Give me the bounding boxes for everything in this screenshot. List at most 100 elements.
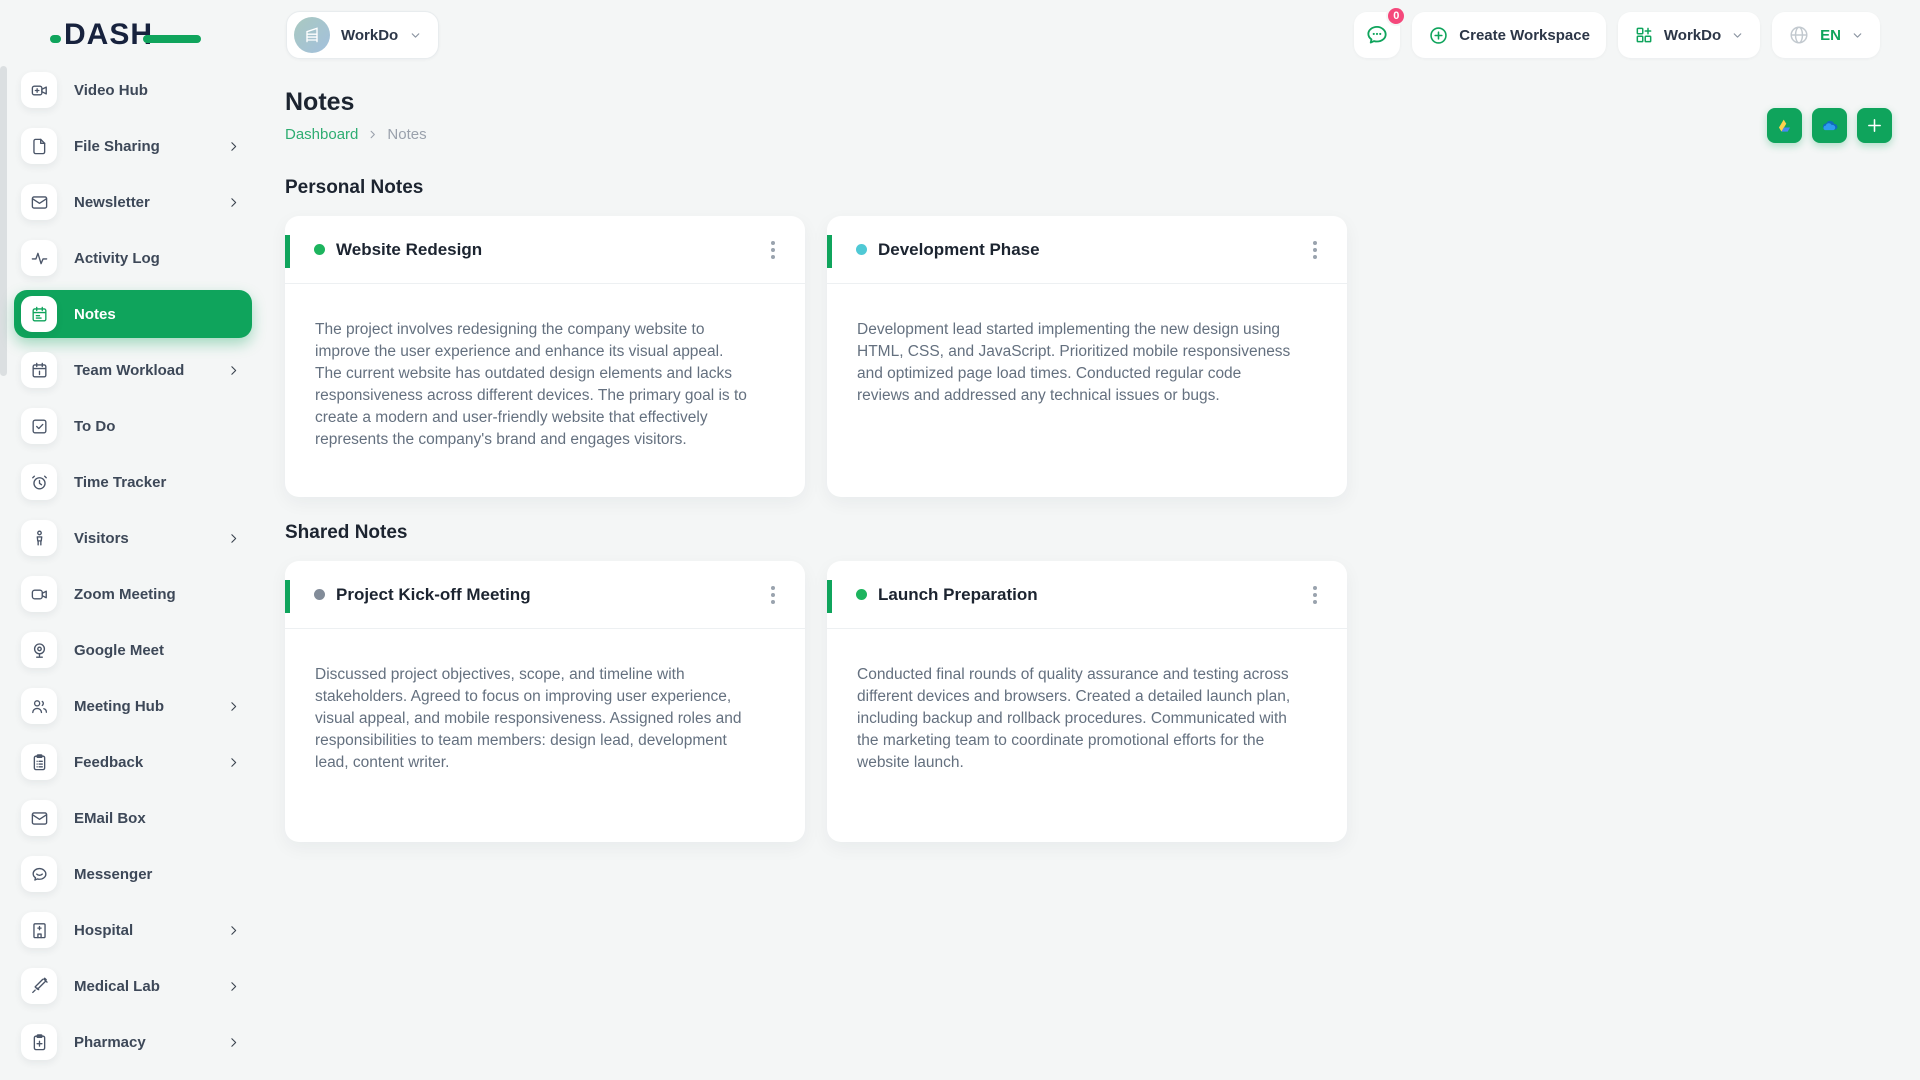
logo-text: DASH <box>64 18 153 51</box>
sidebar-item-notes[interactable]: Notes <box>14 290 252 338</box>
messages-button[interactable]: 0 <box>1354 12 1400 58</box>
chevron-right-icon <box>227 364 240 377</box>
calendar-icon <box>21 352 57 388</box>
note-card-development-phase: Development Phase Development lead start… <box>827 216 1347 497</box>
note-body: The project involves redesigning the com… <box>285 284 805 451</box>
note-status-dot <box>856 589 867 600</box>
chevron-right-icon <box>227 756 240 769</box>
section-title: Shared Notes <box>285 522 1892 544</box>
sidebar-item-label: Hospital <box>74 922 133 939</box>
sidebar-item-label: Pharmacy <box>74 1034 146 1051</box>
workspace-selector[interactable]: WorkDo <box>286 11 439 59</box>
sidebar-item-activity-log[interactable]: Activity Log <box>14 234 252 282</box>
chat-bubble-icon <box>21 856 57 892</box>
building-icon <box>302 25 322 45</box>
sidebar-item-label: Feedback <box>74 754 143 771</box>
sidebar-item-pharmacy[interactable]: Pharmacy <box>14 1018 252 1066</box>
sidebar-item-label: To Do <box>74 418 115 435</box>
language-label: EN <box>1820 27 1841 44</box>
chevron-right-icon <box>227 700 240 713</box>
check-square-icon <box>21 408 57 444</box>
sidebar-item-label: Newsletter <box>74 194 150 211</box>
sidebar-item-newsletter[interactable]: Newsletter <box>14 178 252 226</box>
sidebar-item-team-workload[interactable]: Team Workload <box>14 346 252 394</box>
card-accent-bar <box>285 235 290 268</box>
dash-logo[interactable]: DASH <box>64 18 204 52</box>
sidebar-item-to-do[interactable]: To Do <box>14 402 252 450</box>
create-workspace-label: Create Workspace <box>1459 27 1590 44</box>
people-icon <box>21 688 57 724</box>
plus-icon <box>1866 117 1883 134</box>
note-menu-button[interactable] <box>1307 235 1323 265</box>
sidebar-item-label: EMail Box <box>74 810 146 827</box>
video-camera-icon <box>21 576 57 612</box>
google-drive-button[interactable] <box>1767 108 1802 143</box>
note-body: Discussed project objectives, scope, and… <box>285 629 805 774</box>
video-camera-plus-icon <box>21 72 57 108</box>
workspace-menu-button[interactable]: WorkDo <box>1618 12 1760 58</box>
note-title: Launch Preparation <box>878 585 1038 605</box>
chevron-right-icon <box>227 1036 240 1049</box>
chevron-right-icon <box>227 532 240 545</box>
person-icon <box>21 520 57 556</box>
sidebar-item-time-tracker[interactable]: Time Tracker <box>14 458 252 506</box>
shared-notes-section: Shared Notes Project Kick-off Meeting Di… <box>285 522 1892 842</box>
chevron-down-icon <box>409 29 422 42</box>
logo-accent-dot <box>50 35 61 43</box>
header-actions: 0 Create Workspace WorkDo <box>1354 12 1880 58</box>
clipboard-plus-icon <box>21 1024 57 1060</box>
sidebar-item-file-sharing[interactable]: File Sharing <box>14 122 252 170</box>
activity-pulse-icon <box>21 240 57 276</box>
sidebar-item-label: Activity Log <box>74 250 160 267</box>
sidebar-item-label: Messenger <box>74 866 152 883</box>
logo-accent-bar <box>143 35 201 43</box>
sidebar-item-google-meet[interactable]: Google Meet <box>14 626 252 674</box>
google-drive-icon <box>1775 116 1794 135</box>
note-menu-button[interactable] <box>765 235 781 265</box>
sidebar-item-label: Video Hub <box>74 82 148 99</box>
sidebar-item-label: Google Meet <box>74 642 164 659</box>
personal-notes-section: Personal Notes Website Redesign The proj… <box>285 177 1892 497</box>
breadcrumb-dashboard-link[interactable]: Dashboard <box>285 126 358 143</box>
sidebar-item-hospital[interactable]: Hospital <box>14 906 252 954</box>
add-note-button[interactable] <box>1857 108 1892 143</box>
note-card-website-redesign: Website Redesign The project involves re… <box>285 216 805 497</box>
language-selector[interactable]: EN <box>1772 12 1880 58</box>
sidebar-item-label: Visitors <box>74 530 129 547</box>
sidebar-item-label: Time Tracker <box>74 474 166 491</box>
sidebar-item-email-box[interactable]: EMail Box <box>14 794 252 842</box>
sidebar-nav: Video Hub File Sharing Newsletter Activi… <box>0 60 262 1066</box>
card-accent-bar <box>827 235 832 268</box>
note-menu-button[interactable] <box>765 580 781 610</box>
sidebar-item-medical-lab[interactable]: Medical Lab <box>14 962 252 1010</box>
sidebar-item-label: Notes <box>74 306 116 323</box>
onedrive-icon <box>1820 116 1840 136</box>
note-menu-button[interactable] <box>1307 580 1323 610</box>
note-status-dot <box>314 244 325 255</box>
note-body: Development lead started implementing th… <box>827 284 1347 407</box>
sidebar-item-messenger[interactable]: Messenger <box>14 850 252 898</box>
breadcrumb-current: Notes <box>387 126 426 143</box>
note-status-dot <box>314 589 325 600</box>
workspace-avatar <box>294 17 330 53</box>
sidebar-item-meeting-hub[interactable]: Meeting Hub <box>14 682 252 730</box>
chevron-right-icon <box>227 140 240 153</box>
sidebar-item-feedback[interactable]: Feedback <box>14 738 252 786</box>
chevron-right-icon <box>227 924 240 937</box>
sidebar-item-zoom-meeting[interactable]: Zoom Meeting <box>14 570 252 618</box>
sidebar-item-video-hub[interactable]: Video Hub <box>14 66 252 114</box>
sidebar-scrollbar[interactable] <box>0 66 7 376</box>
create-workspace-button[interactable]: Create Workspace <box>1412 12 1606 58</box>
sidebar-item-label: Medical Lab <box>74 978 160 995</box>
section-title: Personal Notes <box>285 177 1892 199</box>
hospital-building-icon <box>21 912 57 948</box>
webcam-icon <box>21 632 57 668</box>
chevron-right-icon <box>227 980 240 993</box>
page-title: Notes <box>285 88 427 117</box>
chevron-down-icon <box>1731 29 1744 42</box>
onedrive-button[interactable] <box>1812 108 1847 143</box>
circle-plus-icon <box>1428 25 1449 46</box>
sidebar-item-visitors[interactable]: Visitors <box>14 514 252 562</box>
chevron-right-icon <box>227 196 240 209</box>
envelope-icon <box>21 800 57 836</box>
